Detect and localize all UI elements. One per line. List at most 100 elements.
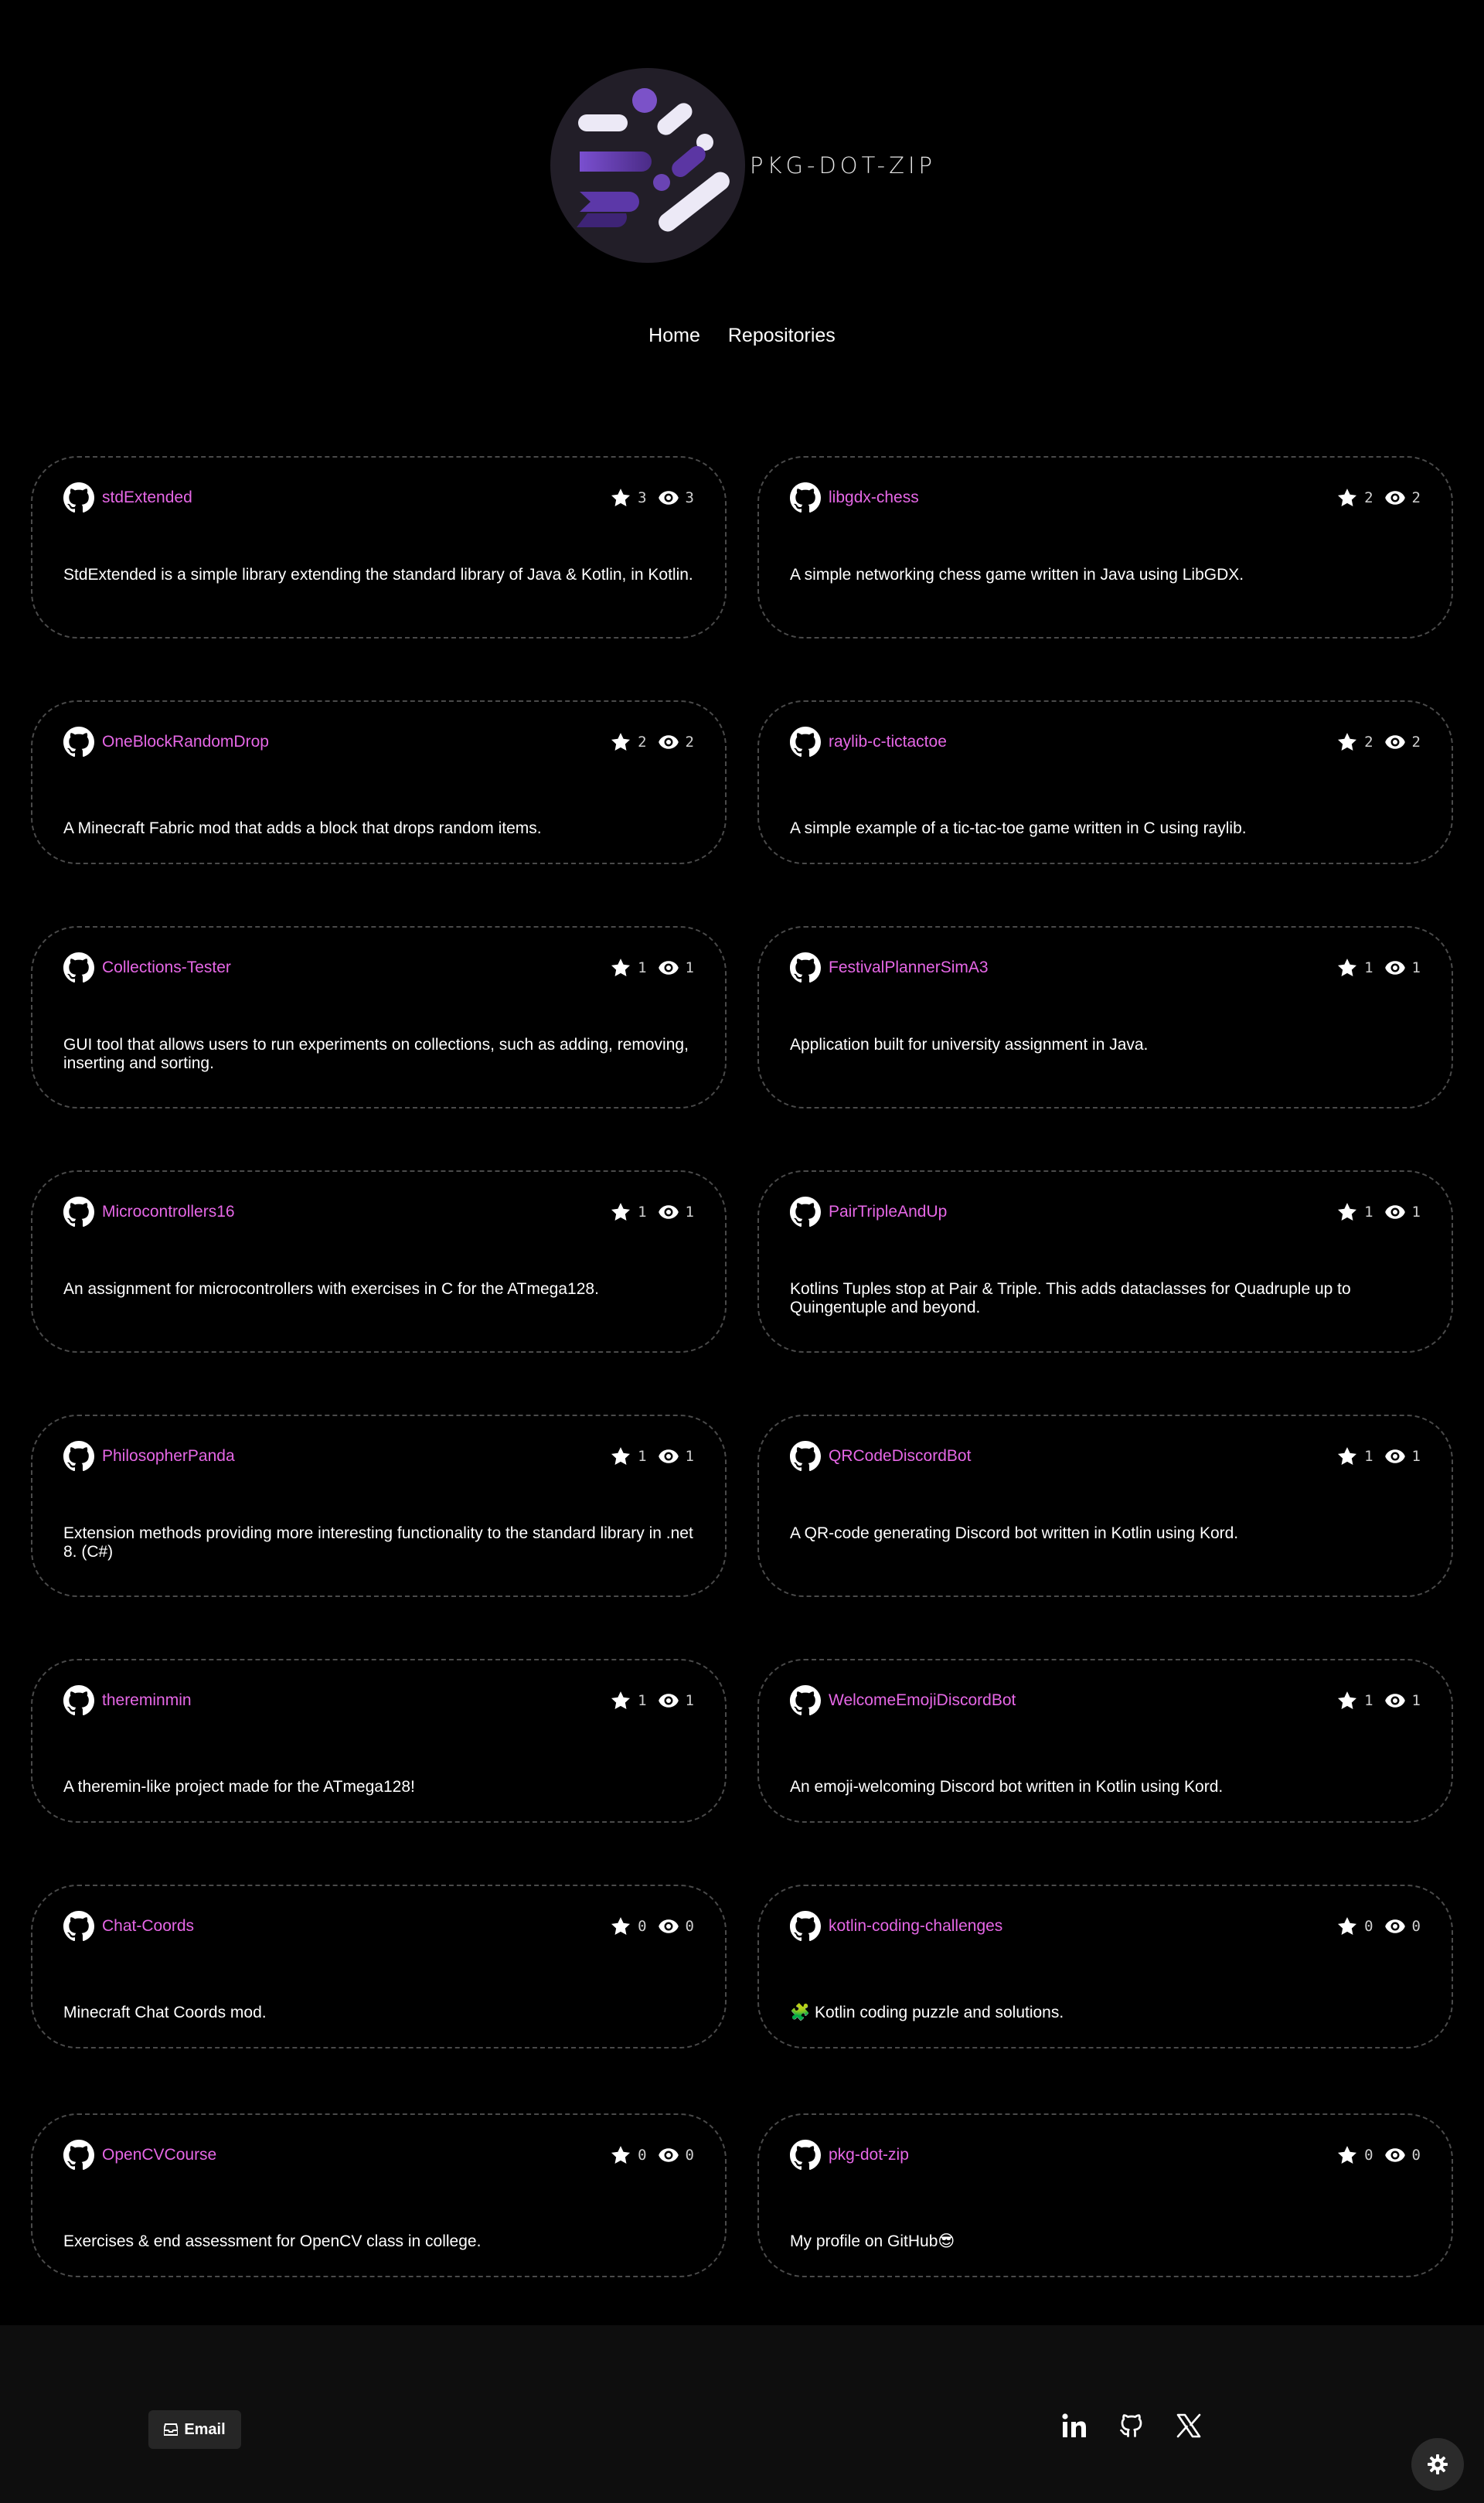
eye-icon — [658, 1449, 679, 1463]
repo-stats: 11 — [610, 957, 694, 979]
star-icon — [611, 489, 631, 506]
repo-card[interactable]: QRCodeDiscordBot 1 1 A QR-code generating D… — [757, 1415, 1453, 1597]
star-count: 0 — [1364, 1918, 1373, 1935]
repo-card-header: pkg-dot-zip 0 0 — [790, 2140, 1421, 2171]
repo-card-header: stdExtended 3 3 — [63, 482, 694, 513]
github-icon — [790, 1685, 821, 1716]
repo-name-link[interactable]: Chat-Coords — [102, 1917, 194, 1936]
repo-description: An assignment for microcontrollers with … — [63, 1280, 599, 1298]
github-icon[interactable] — [1118, 2412, 1145, 2440]
repo-card-header: libgdx-chess 2 2 — [790, 482, 1421, 513]
repo-description: A Minecraft Fabric mod that adds a block… — [63, 819, 542, 837]
repo-card[interactable]: Microcontrollers16 1 1 An assignment for mi… — [31, 1170, 727, 1353]
repo-card[interactable]: OpenCVCourse 0 0 Exercises & end assessment… — [31, 2113, 727, 2277]
repo-card[interactable]: WelcomeEmojiDiscordBot 1 1 An emoji-welcomi… — [757, 1659, 1453, 1823]
repo-stats: 11 — [1336, 1446, 1421, 1467]
repo-description: An emoji-welcoming Discord bot written i… — [790, 1778, 1224, 1796]
repo-card[interactable]: Collections-Tester 1 1 GUI tool that allows… — [31, 926, 727, 1108]
social-links — [1060, 2412, 1203, 2440]
repo-card[interactable]: raylib-c-tictactoe 2 2 A simple example of … — [757, 700, 1453, 864]
github-icon — [63, 1197, 94, 1228]
repo-name-link[interactable]: OneBlockRandomDrop — [102, 733, 269, 751]
star-icon — [1338, 489, 1357, 506]
eye-icon — [658, 1205, 679, 1219]
repo-card[interactable]: FestivalPlannerSimA3 1 1 Application built … — [757, 926, 1453, 1108]
repo-card[interactable]: stdExtended 3 3 StdExtended is a simple lib… — [31, 456, 727, 639]
repo-card[interactable]: PairTripleAndUp 1 1 Kotlins Tuples stop at … — [757, 1170, 1453, 1353]
email-button[interactable]: Email — [148, 2410, 241, 2449]
star-count: 3 — [638, 489, 647, 506]
repo-card-header: PairTripleAndUp 1 1 — [790, 1197, 1421, 1228]
eye-icon — [1384, 1694, 1405, 1708]
repo-description: Kotlins Tuples stop at Pair & Triple. Th… — [790, 1280, 1351, 1316]
brand-logo[interactable] — [550, 68, 745, 263]
repo-card[interactable]: OneBlockRandomDrop 2 2 A Minecraft Fabric m… — [31, 700, 727, 864]
email-button-label: Email — [184, 2420, 226, 2438]
repo-description: A theremin-like project made for the ATm… — [63, 1778, 415, 1796]
repo-name-link[interactable]: libgdx-chess — [829, 489, 919, 507]
repo-card-header: Chat-Coords 0 0 — [63, 1911, 694, 1942]
star-count: 1 — [1364, 1204, 1373, 1221]
watcher-count: 1 — [1411, 1448, 1421, 1465]
watcher-count: 2 — [1411, 734, 1421, 751]
watcher-count: 0 — [685, 1918, 694, 1935]
star-icon — [611, 1917, 631, 1935]
watcher-count: 0 — [685, 2147, 694, 2164]
repo-stats: 11 — [610, 1446, 694, 1467]
x-icon[interactable] — [1175, 2412, 1203, 2440]
repo-card[interactable]: kotlin-coding-challenges 0 0 🧩 Kotlin codin… — [757, 1885, 1453, 2048]
repo-name-link[interactable]: PairTripleAndUp — [829, 1203, 947, 1221]
nav-link-home[interactable]: Home — [648, 325, 700, 347]
repo-stats: 11 — [1336, 1690, 1421, 1711]
repo-name-link[interactable]: raylib-c-tictactoe — [829, 733, 947, 751]
repo-card-header: WelcomeEmojiDiscordBot 1 1 — [790, 1685, 1421, 1716]
star-icon — [1338, 1917, 1357, 1935]
repo-stats: 00 — [1336, 1916, 1421, 1937]
repo-name-link[interactable]: WelcomeEmojiDiscordBot — [829, 1691, 1016, 1710]
repo-name-link[interactable]: Collections-Tester — [102, 959, 231, 977]
nav-link-repositories[interactable]: Repositories — [728, 325, 836, 347]
star-count: 1 — [638, 959, 647, 976]
repo-name-link[interactable]: pkg-dot-zip — [829, 2146, 909, 2164]
repo-description: A QR-code generating Discord bot written… — [790, 1524, 1239, 1542]
repo-name-link[interactable]: OpenCVCourse — [102, 2146, 216, 2164]
repo-description: StdExtended is a simple library extendin… — [63, 566, 693, 584]
repo-description: A simple networking chess game written i… — [790, 566, 1244, 584]
star-count: 0 — [1364, 2147, 1373, 2164]
linkedin-icon[interactable] — [1060, 2412, 1088, 2440]
watcher-count: 1 — [1411, 959, 1421, 976]
repo-name-link[interactable]: kotlin-coding-challenges — [829, 1917, 1002, 1936]
inbox-icon — [164, 2423, 179, 2436]
repo-description: Extension methods providing more interes… — [63, 1524, 693, 1561]
repo-description: My profile on GitHub😎 — [790, 2232, 955, 2250]
repo-card-header: PhilosopherPanda 1 1 — [63, 1441, 694, 1472]
logo-graphic — [577, 88, 730, 232]
theme-toggle-button[interactable] — [1411, 2438, 1464, 2491]
repo-card[interactable]: Chat-Coords 0 0 Minecraft Chat Coords mod. — [31, 1885, 727, 2048]
repo-name-link[interactable]: Microcontrollers16 — [102, 1203, 235, 1221]
repo-name-link[interactable]: stdExtended — [102, 489, 192, 507]
eye-icon — [1384, 1449, 1405, 1463]
github-icon — [63, 482, 94, 513]
repo-name-link[interactable]: thereminmin — [102, 1691, 192, 1710]
repo-card[interactable]: pkg-dot-zip 0 0 My profile on GitHub😎 — [757, 2113, 1453, 2277]
repo-name-link[interactable]: FestivalPlannerSimA3 — [829, 959, 989, 977]
brand-name[interactable]: PKG-DOT-ZIP — [750, 152, 936, 179]
star-icon — [1338, 733, 1357, 751]
star-count: 1 — [1364, 959, 1373, 976]
repo-card-header: Collections-Tester 1 1 — [63, 952, 694, 983]
star-count: 2 — [1364, 734, 1373, 751]
repo-name-link[interactable]: QRCodeDiscordBot — [829, 1447, 971, 1466]
repo-card-header: FestivalPlannerSimA3 1 1 — [790, 952, 1421, 983]
watcher-count: 1 — [685, 1692, 694, 1709]
star-count: 1 — [638, 1204, 647, 1221]
star-icon — [1338, 2146, 1357, 2164]
repo-card[interactable]: PhilosopherPanda 1 1 Extension methods prov… — [31, 1415, 727, 1597]
repo-name-link[interactable]: PhilosopherPanda — [102, 1447, 235, 1466]
github-icon — [790, 1441, 821, 1472]
star-icon — [1338, 1691, 1357, 1709]
repo-card[interactable]: libgdx-chess 2 2 A simple networking chess … — [757, 456, 1453, 639]
eye-icon — [658, 2148, 679, 2162]
star-count: 1 — [1364, 1448, 1373, 1465]
repo-card[interactable]: thereminmin 1 1 A theremin-like project mad… — [31, 1659, 727, 1823]
